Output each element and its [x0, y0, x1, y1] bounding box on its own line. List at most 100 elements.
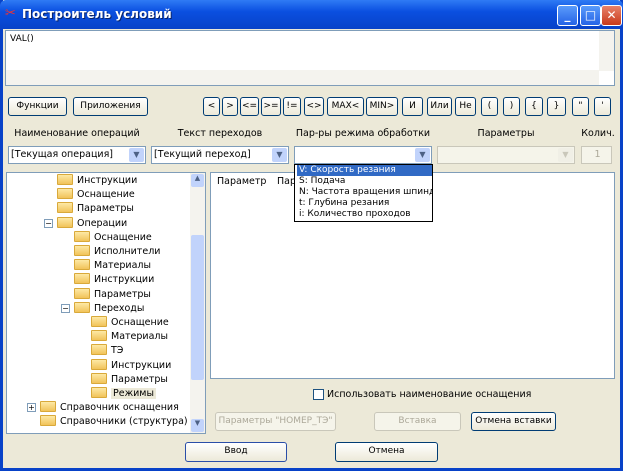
params-label: Параметры [477, 128, 535, 139]
operator-button[interactable]: >= [261, 97, 281, 116]
operation-name-label: Наименование операций [14, 128, 140, 139]
operator-button[interactable]: <> [304, 97, 324, 116]
tree-item[interactable]: Материалы [74, 259, 151, 273]
tree-item[interactable]: Исполнители [74, 245, 160, 259]
operator-button[interactable]: MIN> [366, 97, 398, 116]
folder-icon [74, 230, 90, 242]
operator-button[interactable]: Не [455, 97, 476, 116]
qty-label: Колич. [581, 128, 615, 139]
tree-item-label: Инструкции [111, 359, 172, 371]
operation-value: [Текущая операция] [11, 149, 113, 160]
operator-button[interactable]: MAX< [327, 97, 364, 116]
folder-icon [74, 273, 90, 285]
tree-item[interactable]: Инструкции [91, 358, 172, 373]
folder-icon [57, 188, 73, 200]
operator-button[interactable]: < [203, 97, 220, 116]
functions-button[interactable]: Функции [8, 97, 67, 116]
chevron-down-icon[interactable]: ▼ [272, 148, 287, 162]
params-nomer-te-button[interactable]: Параметры "НОМЕР_ТЭ" [215, 412, 336, 431]
tree-item[interactable]: Параметры [91, 372, 168, 387]
tree-item[interactable]: Материалы [91, 330, 168, 344]
chevron-down-icon[interactable]: ▼ [415, 148, 430, 162]
applications-button[interactable]: Приложения [73, 97, 148, 116]
editor-vertical-scrollbar[interactable] [599, 31, 614, 71]
operator-button[interactable]: " [572, 97, 589, 116]
tree-item[interactable]: − Операции [44, 216, 127, 231]
operator-button[interactable]: ( [481, 97, 498, 116]
ok-button[interactable]: Ввод [185, 442, 287, 462]
mode-params-label: Пар-ры режима обработки [295, 128, 431, 139]
tree-item[interactable]: Оснащение [57, 188, 135, 202]
folder-icon [74, 287, 90, 299]
tree-item-label: Справочники (структура) [60, 416, 188, 428]
structure-tree[interactable]: Инструкции Оснащение Параметры − Операции Осн… [6, 172, 206, 434]
dropdown-option[interactable]: N: Частота вращения шпинделя [297, 187, 432, 198]
collapse-icon[interactable]: − [61, 303, 70, 313]
tree-item-label: Переходы [94, 302, 145, 314]
operator-button[interactable]: ) [503, 97, 520, 116]
tree-item[interactable]: Режимы [91, 387, 156, 401]
tree-item[interactable]: − Переходы [61, 301, 145, 316]
tree-item[interactable]: Оснащение [74, 230, 152, 245]
folder-icon [57, 202, 73, 214]
qty-field[interactable]: 1 [581, 146, 612, 164]
dropdown-option[interactable]: i: Количество проходов [297, 209, 432, 220]
operation-combo[interactable]: [Текущая операция] ▼ [8, 146, 146, 164]
tree-item-label: Оснащение [94, 231, 152, 243]
close-button[interactable]: ✕ [601, 5, 622, 26]
tree-item-label: Оснащение [111, 317, 169, 328]
operator-button[interactable]: { [525, 97, 543, 116]
tree-item[interactable]: Справочники (структура) [40, 415, 188, 429]
condition-editor[interactable]: VAL() [5, 30, 615, 86]
operator-button[interactable]: ' [594, 97, 611, 116]
use-equipment-name-label[interactable]: Использовать наименование оснащения [327, 389, 531, 400]
maximize-button[interactable]: □ [580, 5, 601, 26]
folder-icon [40, 401, 56, 413]
expand-icon[interactable]: + [27, 403, 36, 413]
tree-scrollbar[interactable]: ▲ ▼ [190, 173, 205, 433]
collapse-icon[interactable]: − [44, 218, 53, 228]
tree-item[interactable]: ТЭ [91, 344, 123, 358]
dropdown-option[interactable]: t: Глубина резания [297, 198, 432, 209]
column-header-parameter[interactable]: Параметр [217, 176, 266, 187]
transition-value: [Текущий переход] [154, 149, 251, 160]
transition-combo[interactable]: [Текущий переход] ▼ [151, 146, 289, 164]
tree-item[interactable]: Параметры [74, 287, 151, 302]
scroll-thumb[interactable] [191, 235, 204, 380]
tree-item[interactable]: + Справочник оснащения [27, 401, 179, 415]
tree-item-label: ТЭ [111, 345, 124, 357]
operator-button[interactable]: И [402, 97, 423, 116]
tree-item[interactable]: Инструкции [57, 174, 137, 188]
editor-horizontal-scrollbar[interactable] [6, 70, 599, 85]
insert-button[interactable]: Вставка [374, 412, 461, 431]
condition-text[interactable]: VAL() [10, 34, 34, 44]
minimize-button[interactable]: _ [557, 5, 578, 26]
scroll-up-icon[interactable]: ▲ [191, 174, 204, 187]
mode-params-combo[interactable]: ▼ [294, 146, 432, 164]
scroll-down-icon[interactable]: ▼ [191, 419, 204, 432]
chevron-down-icon[interactable]: ▼ [558, 148, 573, 162]
cancel-button[interactable]: Отмена [335, 442, 438, 462]
dropdown-option[interactable]: V: Скорость резания [297, 165, 432, 176]
tree-item[interactable]: Оснащение [91, 316, 169, 330]
use-equipment-name-checkbox[interactable] [313, 389, 324, 400]
folder-icon [91, 358, 107, 370]
folder-icon [57, 216, 73, 228]
folder-icon [40, 415, 56, 427]
operator-button[interactable]: Или [427, 97, 452, 116]
cancel-insert-button[interactable]: Отмена вставки [471, 412, 556, 431]
operator-button[interactable]: } [547, 97, 566, 116]
chevron-down-icon[interactable]: ▼ [129, 148, 144, 162]
operator-button[interactable]: <= [240, 97, 259, 116]
params-combo[interactable]: ▼ [437, 146, 575, 164]
operator-button[interactable]: > [222, 97, 238, 116]
operator-button[interactable]: != [283, 97, 301, 116]
tree-item-label: Материалы [111, 331, 168, 343]
tree-item[interactable]: Инструкции [74, 273, 154, 287]
mode-params-dropdown[interactable]: V: Скорость резания S: Подача N: Частота в… [294, 164, 433, 222]
folder-icon [91, 330, 107, 342]
tree-item[interactable]: Параметры [57, 202, 134, 216]
folder-icon [74, 259, 90, 271]
folder-icon [91, 387, 107, 398]
dropdown-option[interactable]: S: Подача [297, 176, 432, 187]
